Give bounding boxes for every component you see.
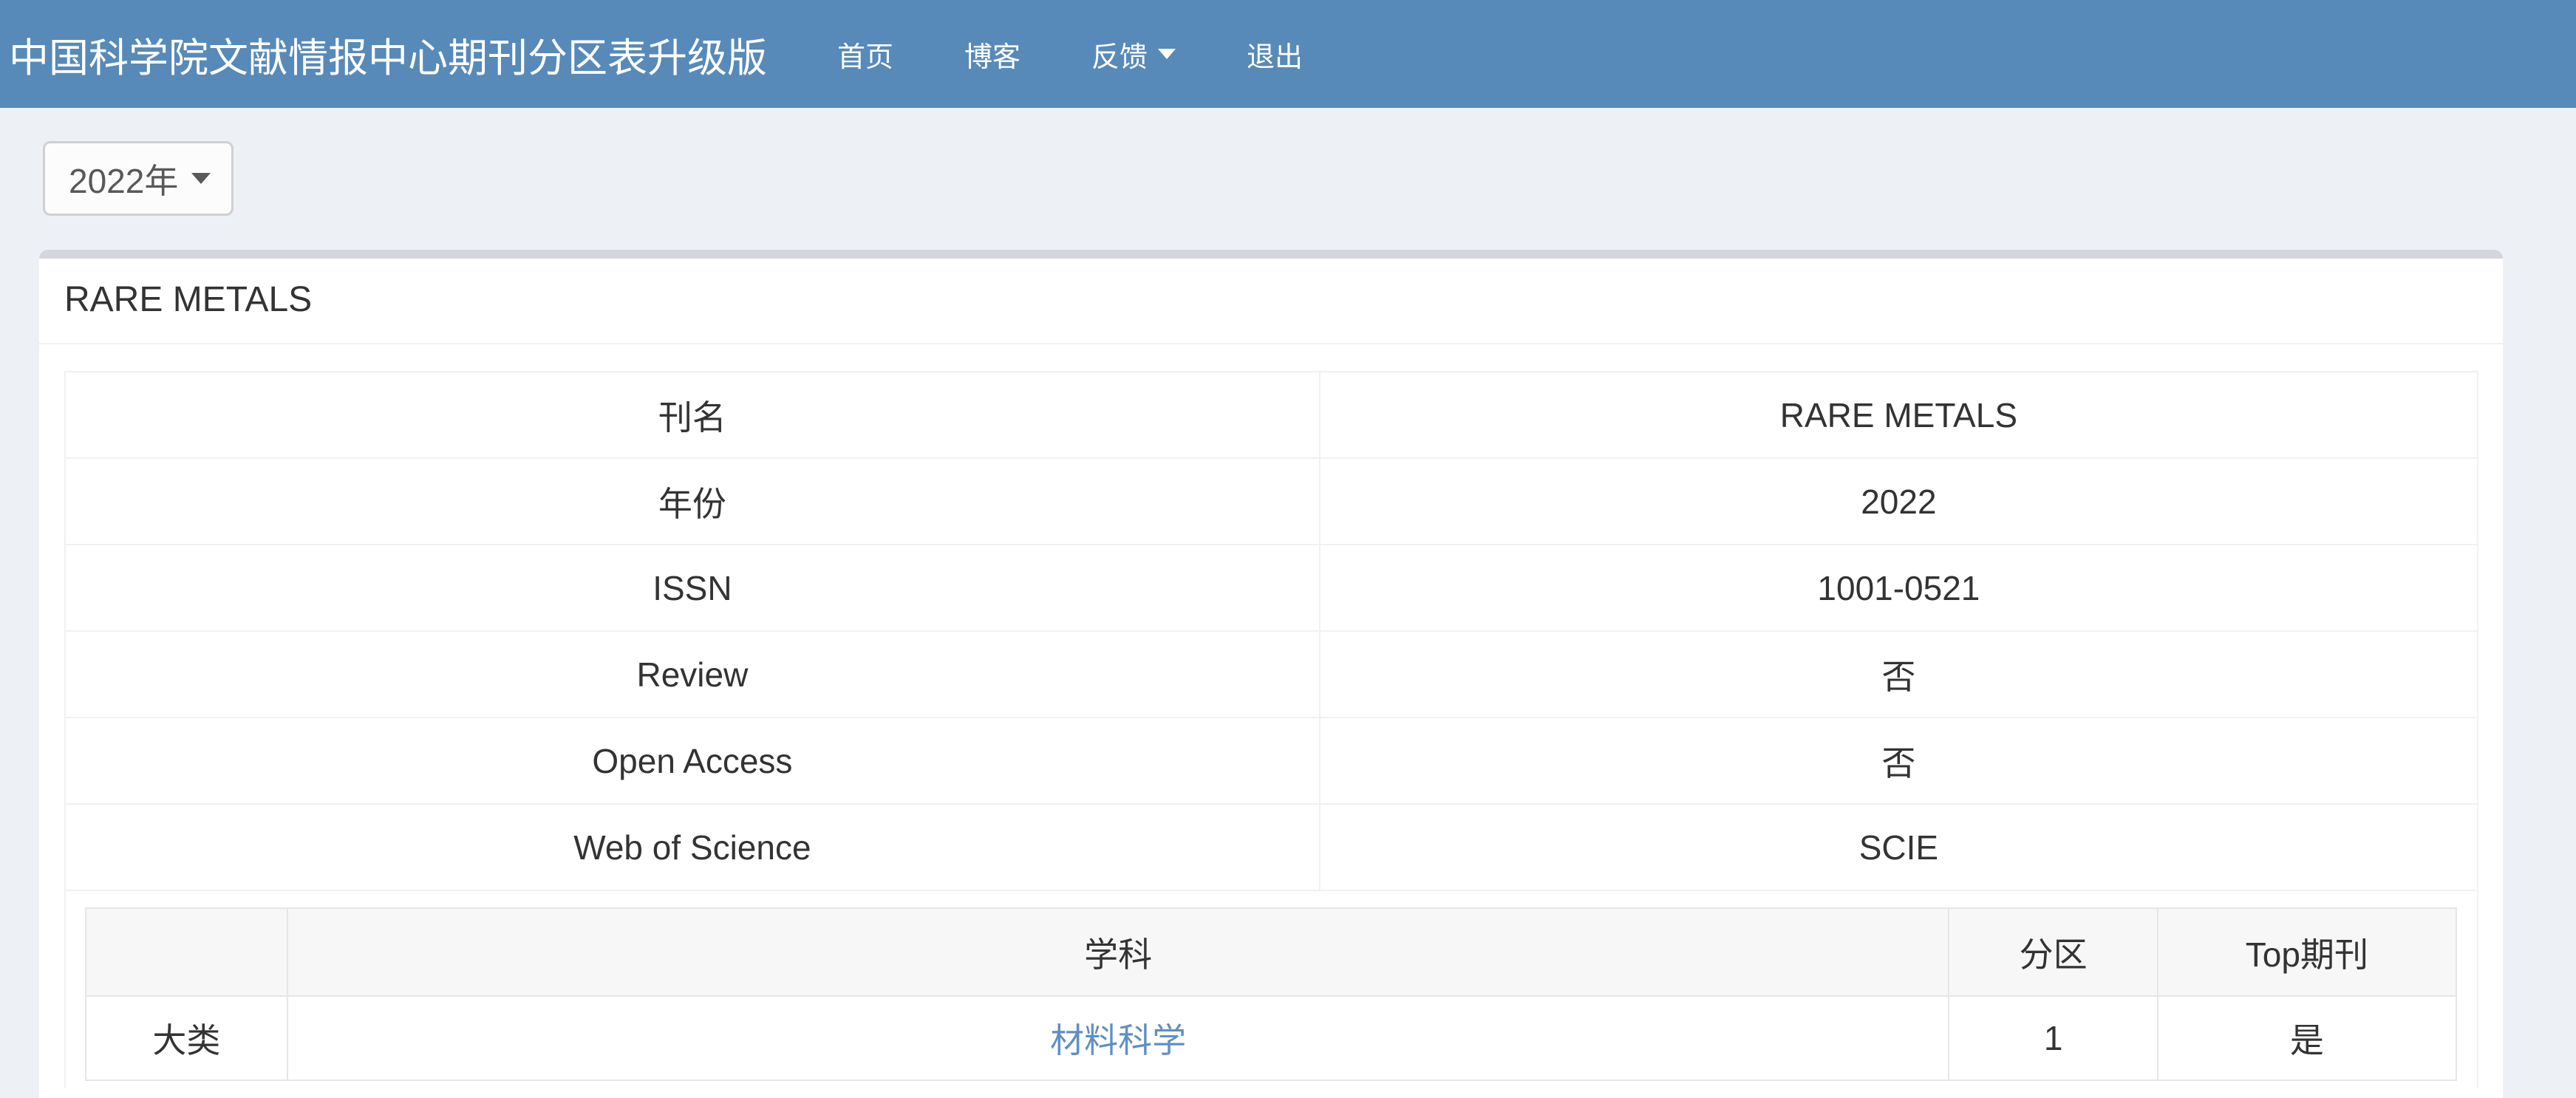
subject-header: 学科 xyxy=(287,908,1949,996)
table-row: Review 否 xyxy=(65,631,2478,717)
table-row: Web of Science SCIE xyxy=(65,804,2478,890)
nav-item-blog[interactable]: 博客 xyxy=(929,34,1056,75)
category-cell: 大类 xyxy=(86,996,287,1080)
table-row: 年份 2022 xyxy=(65,458,2478,545)
info-value: 否 xyxy=(1320,631,2478,717)
partition-header: 分区 xyxy=(1949,908,2157,996)
journal-info-table: 刊名 RARE METALS 年份 2022 ISSN 1001-0521 xyxy=(64,371,2478,891)
navbar-links: 首页 博客 反馈 退出 xyxy=(802,34,1338,75)
nav-item-blog-label: 博客 xyxy=(964,34,1020,75)
info-label: ISSN xyxy=(65,545,1320,631)
page-title: RARE METALS xyxy=(39,259,2503,344)
toolbar: 2022年 xyxy=(43,141,2576,216)
nav-item-logout-label: 退出 xyxy=(1247,34,1303,75)
year-dropdown-label: 2022年 xyxy=(69,154,178,203)
top-journal-header: Top期刊 xyxy=(2158,908,2456,996)
journal-panel-wrap: RARE METALS 刊名 RARE METALS 年份 2022 IS xyxy=(39,250,2503,1098)
info-value: 1001-0521 xyxy=(1320,545,2478,631)
info-label: 刊名 xyxy=(65,372,1320,458)
nav-item-feedback-label: 反馈 xyxy=(1091,34,1148,75)
subject-link[interactable]: 材料科学 xyxy=(1050,1021,1186,1060)
table-row: 刊名 RARE METALS xyxy=(65,372,2478,458)
info-label: Open Access xyxy=(65,717,1320,804)
nav-item-home-label: 首页 xyxy=(837,34,893,75)
nav-item-home[interactable]: 首页 xyxy=(802,34,929,75)
info-value: RARE METALS xyxy=(1320,372,2478,458)
info-label: Web of Science xyxy=(65,804,1320,890)
category-header xyxy=(86,908,287,996)
panel-body: 刊名 RARE METALS 年份 2022 ISSN 1001-0521 xyxy=(39,344,2503,1088)
year-dropdown-button[interactable]: 2022年 xyxy=(43,141,234,216)
subject-table-container: 学科 分区 Top期刊 大类 材料科学 1 xyxy=(64,891,2478,1088)
info-label: 年份 xyxy=(65,458,1320,545)
info-value: 2022 xyxy=(1320,458,2478,545)
navbar: 中国科学院文献情报中心期刊分区表升级版 首页 博客 反馈 退出 xyxy=(0,0,2576,108)
table-row: Open Access 否 xyxy=(65,717,2478,804)
nav-item-logout[interactable]: 退出 xyxy=(1211,34,1338,75)
caret-down-icon xyxy=(191,173,211,184)
table-row: ISSN 1001-0521 xyxy=(65,545,2478,631)
info-value: SCIE xyxy=(1320,804,2478,890)
subject-table: 学科 分区 Top期刊 大类 材料科学 1 xyxy=(85,907,2457,1081)
info-label: Review xyxy=(65,631,1320,717)
subject-cell: 材料科学 xyxy=(287,996,1949,1080)
partition-cell: 1 xyxy=(1949,996,2157,1080)
caret-down-icon xyxy=(1158,49,1176,59)
page: 中国科学院文献情报中心期刊分区表升级版 首页 博客 反馈 退出 2022年 RA… xyxy=(0,0,2576,1098)
table-row: 大类 材料科学 1 是 xyxy=(86,996,2456,1080)
nav-item-feedback[interactable]: 反馈 xyxy=(1056,34,1211,75)
top-journal-cell: 是 xyxy=(2158,996,2456,1080)
journal-panel: RARE METALS 刊名 RARE METALS 年份 2022 IS xyxy=(39,259,2503,1098)
brand-title[interactable]: 中国科学院文献情报中心期刊分区表升级版 xyxy=(9,25,767,83)
info-value: 否 xyxy=(1320,717,2478,804)
subject-header-row: 学科 分区 Top期刊 xyxy=(86,908,2456,996)
